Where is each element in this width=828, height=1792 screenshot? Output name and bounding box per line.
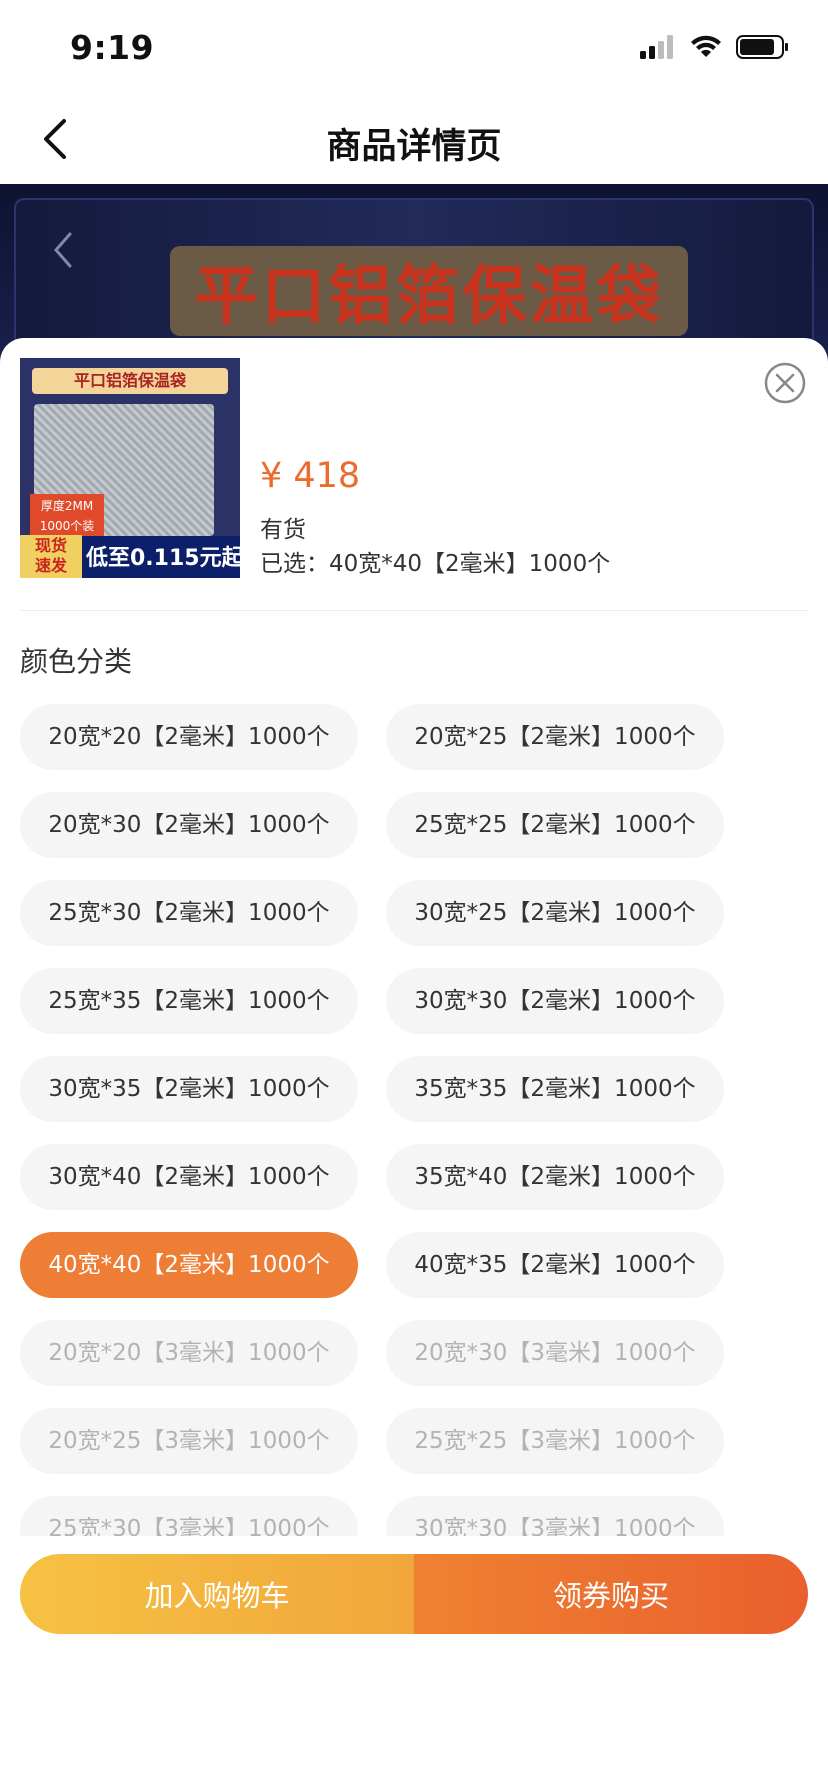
signal-icon (640, 35, 673, 59)
status-icons (640, 34, 790, 60)
status-time: 9:19 (70, 28, 155, 67)
sku-option[interactable]: 35宽*40【2毫米】1000个 (386, 1144, 724, 1210)
product-price: ¥ 418 (260, 456, 361, 496)
product-thumbnail: 平口铝箔保温袋 厚度2MM 1000个装 现货 速发 低至0.115元起 (20, 358, 240, 578)
sku-option-disabled: 20宽*20【3毫米】1000个 (20, 1320, 358, 1386)
sku-option[interactable]: 20宽*30【2毫米】1000个 (20, 792, 358, 858)
selected-sku: 已选：40宽*40【2毫米】1000个 (260, 551, 611, 577)
sku-option-disabled: 25宽*25【3毫米】1000个 (386, 1408, 724, 1474)
nav-bar: 商品详情页 (0, 96, 828, 184)
hero-banner-text: 平口铝箔保温袋 (170, 246, 688, 336)
sku-option[interactable]: 35宽*35【2毫米】1000个 (386, 1056, 724, 1122)
status-bar: 9:19 (0, 0, 828, 96)
stock-status: 有货 (260, 517, 306, 543)
sku-option[interactable]: 25宽*30【2毫米】1000个 (20, 880, 358, 946)
sku-option[interactable]: 20宽*20【2毫米】1000个 (20, 704, 358, 770)
sku-option[interactable]: 25宽*35【2毫米】1000个 (20, 968, 358, 1034)
page-title: 商品详情页 (326, 127, 502, 167)
bottom-action-bar: 加入购物车 领券购买 (20, 1554, 808, 1634)
thumb-tag: 现货 速发 (20, 535, 82, 578)
battery-icon (736, 35, 788, 59)
sku-option[interactable]: 30宽*35【2毫米】1000个 (20, 1056, 358, 1122)
sku-option[interactable]: 30宽*30【2毫米】1000个 (386, 968, 724, 1034)
sku-option[interactable]: 40宽*35【2毫米】1000个 (386, 1232, 724, 1298)
sku-option[interactable]: 25宽*25【2毫米】1000个 (386, 792, 724, 858)
buy-with-coupon-button[interactable]: 领券购买 (414, 1554, 808, 1634)
sku-option-disabled: 20宽*30【3毫米】1000个 (386, 1320, 724, 1386)
carousel-prev-icon[interactable] (52, 230, 74, 270)
sku-option[interactable]: 20宽*25【2毫米】1000个 (386, 704, 724, 770)
sku-option[interactable]: 30宽*40【2毫米】1000个 (20, 1144, 358, 1210)
options-list[interactable]: 20宽*20【2毫米】1000个 20宽*25【2毫米】1000个 20宽*30… (0, 704, 828, 1536)
divider (20, 610, 808, 611)
sku-option-disabled: 25宽*30【3毫米】1000个 (20, 1496, 358, 1536)
sku-option-selected[interactable]: 40宽*40【2毫米】1000个 (20, 1232, 358, 1298)
thumb-badge: 厚度2MM 1000个装 (30, 494, 104, 540)
sku-option[interactable]: 30宽*25【2毫米】1000个 (386, 880, 724, 946)
close-icon[interactable] (764, 362, 806, 404)
sku-option-disabled: 20宽*25【3毫米】1000个 (20, 1408, 358, 1474)
wifi-icon (691, 35, 721, 57)
add-to-cart-button[interactable]: 加入购物车 (20, 1554, 414, 1634)
thumb-price-text: 低至0.115元起 (86, 546, 240, 571)
section-title: 颜色分类 (20, 645, 133, 678)
sku-option-disabled: 30宽*30【3毫米】1000个 (386, 1496, 724, 1536)
thumb-title: 平口铝箔保温袋 (32, 368, 228, 394)
